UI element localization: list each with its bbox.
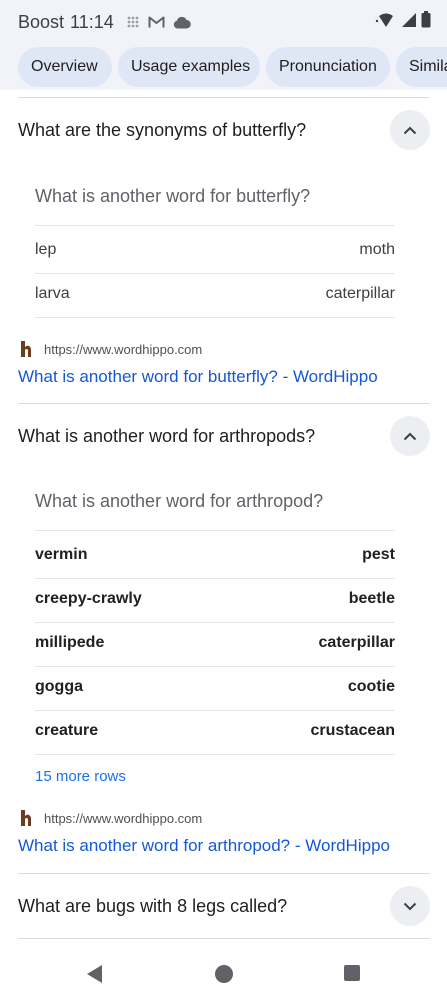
- synonym-right: beetle: [348, 590, 395, 607]
- table-row: creepy-crawly beetle: [35, 577, 395, 621]
- card-title: What is another word for butterfly?: [35, 186, 311, 206]
- recents-button[interactable]: [343, 964, 361, 982]
- tab-usage-examples[interactable]: Usage examples: [118, 47, 260, 87]
- collapse-button[interactable]: [390, 416, 430, 456]
- table-row: creature crustacean: [35, 709, 395, 753]
- tab-pronunciation[interactable]: Pronunciation: [266, 47, 390, 87]
- section-divider: [18, 403, 430, 404]
- table-divider: [35, 530, 395, 531]
- cloud-icon: [173, 16, 191, 29]
- synonym-right: pest: [362, 546, 395, 563]
- source-url: https://www.wordhippo.com: [44, 810, 203, 826]
- table-row: lep moth: [35, 228, 395, 272]
- faq-question: What are the synonyms of butterfly?: [18, 119, 307, 140]
- system-navigation-bar: [0, 948, 447, 1000]
- tab-label: Overview: [31, 58, 98, 75]
- synonym-left: gogga: [35, 678, 83, 695]
- synonym-left: lep: [35, 241, 57, 258]
- card-title: What is another word for arthropod?: [35, 491, 324, 511]
- section-tabs: Overview Usage examples Pronunciation Si…: [0, 44, 447, 90]
- chevron-down-icon: [403, 902, 417, 910]
- clock: 11:14: [70, 11, 114, 32]
- wordhippo-favicon-icon: [18, 809, 34, 827]
- divider: [18, 97, 429, 98]
- signal-icon: [401, 12, 417, 33]
- more-rows-link[interactable]: 15 more rows: [35, 768, 126, 785]
- back-triangle-icon: [87, 965, 102, 983]
- table-row: larva caterpillar: [35, 272, 395, 316]
- battery-icon: [421, 11, 431, 33]
- collapse-button[interactable]: [390, 110, 430, 150]
- tab-similar[interactable]: Simila: [396, 47, 447, 87]
- synonym-left: larva: [35, 285, 70, 302]
- table-row: vermin pest: [35, 533, 395, 577]
- section-divider: [18, 938, 430, 939]
- table-row: gogga cootie: [35, 665, 395, 709]
- wordhippo-favicon-icon: [18, 340, 34, 358]
- synonym-right: cootie: [347, 678, 395, 695]
- tab-label: Simila: [409, 58, 447, 75]
- source-link-arthropod[interactable]: What is another word for arthropod? - Wo…: [18, 836, 390, 856]
- source-url: https://www.wordhippo.com: [44, 341, 203, 357]
- section-divider: [18, 873, 430, 874]
- faq-header-butterfly-synonyms[interactable]: What are the synonyms of butterfly?: [18, 108, 430, 152]
- home-button[interactable]: [214, 964, 234, 984]
- synonym-right: caterpillar: [318, 634, 395, 651]
- tab-overview[interactable]: Overview: [18, 47, 112, 87]
- back-button[interactable]: [86, 964, 104, 984]
- synonym-left: millipede: [35, 634, 105, 651]
- status-right: [375, 11, 431, 33]
- faq-header-arthropods[interactable]: What is another word for arthropods?: [18, 414, 430, 458]
- status-left: Boost 11:14: [18, 12, 199, 33]
- grid-icon: [126, 15, 140, 29]
- chevron-up-icon: [403, 432, 417, 440]
- table-divider: [35, 754, 395, 755]
- faq-header-eight-legged-bugs[interactable]: What are bugs with 8 legs called?: [18, 884, 430, 928]
- synonym-right: moth: [359, 241, 395, 258]
- expand-button[interactable]: [390, 886, 430, 926]
- wifi-icon: [375, 12, 397, 33]
- table-divider: [35, 317, 395, 318]
- tab-label: Pronunciation: [279, 58, 377, 75]
- synonym-right: caterpillar: [325, 285, 395, 302]
- synonym-right: crustacean: [310, 722, 396, 739]
- carrier-name: Boost: [18, 11, 65, 32]
- source-attribution: https://www.wordhippo.com: [18, 340, 202, 358]
- recents-square-icon: [344, 965, 360, 981]
- source-attribution: https://www.wordhippo.com: [18, 809, 202, 827]
- table-row: millipede caterpillar: [35, 621, 395, 665]
- synonym-left: vermin: [35, 546, 88, 563]
- synonym-left: creepy-crawly: [35, 590, 142, 607]
- table-divider: [35, 225, 395, 226]
- source-link-butterfly[interactable]: What is another word for butterfly? - Wo…: [18, 367, 378, 387]
- faq-question: What are bugs with 8 legs called?: [18, 895, 288, 916]
- chevron-up-icon: [403, 126, 417, 134]
- faq-question: What is another word for arthropods?: [18, 425, 316, 446]
- status-bar: Boost 11:14: [0, 0, 447, 44]
- gmail-icon: [148, 15, 165, 29]
- home-circle-icon: [215, 965, 233, 983]
- tab-label: Usage examples: [131, 58, 251, 75]
- synonym-left: creature: [35, 722, 99, 739]
